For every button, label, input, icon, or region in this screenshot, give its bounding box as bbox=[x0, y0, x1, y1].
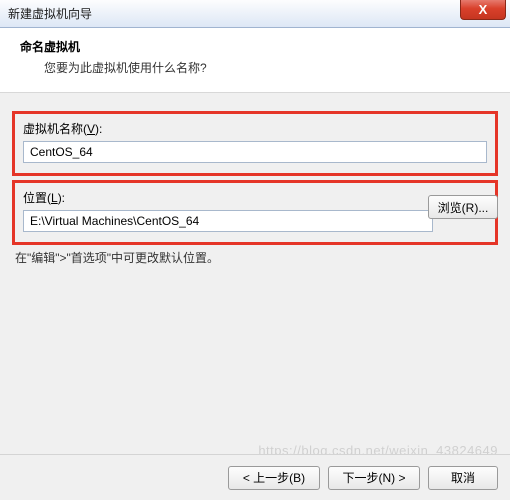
wizard-footer: < 上一步(B) 下一步(N) > 取消 bbox=[0, 454, 510, 500]
page-subtitle: 您要为此虚拟机使用什么名称? bbox=[44, 59, 496, 76]
page-title: 命名虚拟机 bbox=[20, 38, 496, 55]
close-button[interactable]: X bbox=[460, 0, 506, 20]
wizard-content: 虚拟机名称(V): 位置(L): 浏览(R)... 在"编辑">"首选项"中可更… bbox=[0, 93, 510, 464]
window-title: 新建虚拟机向导 bbox=[8, 5, 92, 22]
hint-text: 在"编辑">"首选项"中可更改默认位置。 bbox=[15, 249, 498, 266]
location-label: 位置(L): bbox=[23, 189, 487, 206]
close-icon: X bbox=[479, 2, 488, 17]
vm-name-section: 虚拟机名称(V): bbox=[12, 111, 498, 176]
vm-name-input[interactable] bbox=[23, 141, 487, 163]
next-button[interactable]: 下一步(N) > bbox=[328, 466, 420, 490]
vm-name-label: 虚拟机名称(V): bbox=[23, 120, 487, 137]
back-button[interactable]: < 上一步(B) bbox=[228, 466, 320, 490]
location-section: 位置(L): bbox=[12, 180, 498, 245]
wizard-header: 命名虚拟机 您要为此虚拟机使用什么名称? bbox=[0, 28, 510, 93]
browse-button[interactable]: 浏览(R)... bbox=[428, 195, 498, 219]
location-input[interactable] bbox=[23, 210, 433, 232]
titlebar: 新建虚拟机向导 X bbox=[0, 0, 510, 28]
cancel-button[interactable]: 取消 bbox=[428, 466, 498, 490]
